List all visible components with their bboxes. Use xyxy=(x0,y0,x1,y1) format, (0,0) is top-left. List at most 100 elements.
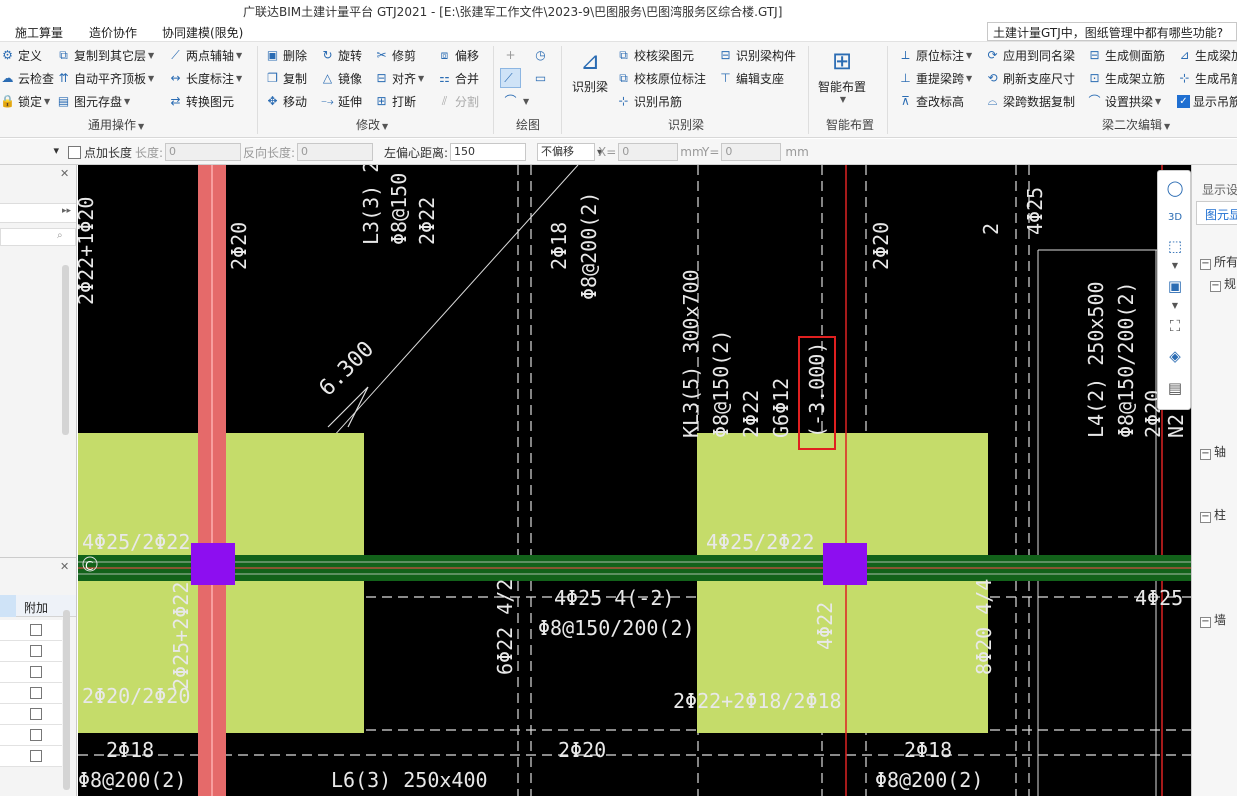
copy-button[interactable]: ❐ 复制 xyxy=(265,68,307,88)
scrollbar-thumb[interactable] xyxy=(62,265,69,435)
chevron-down-icon[interactable]: ▼ xyxy=(1164,255,1186,277)
cad-drawing[interactable]: 2Φ22+1Φ20 2Φ20 L3(3) 2 Φ8@150 2Φ22 2Φ18 … xyxy=(78,165,1191,796)
reverse-length-input[interactable]: 0 xyxy=(297,143,374,161)
chevron-down-icon: ▼ xyxy=(523,96,530,106)
scrollbar-thumb[interactable] xyxy=(63,610,70,790)
chevron-down-icon: ▼ xyxy=(839,95,847,104)
tree-node-1[interactable]: − 规 xyxy=(1210,275,1236,292)
cloud-check-button[interactable]: ☁ 云检查 xyxy=(0,68,55,88)
auto-align-slab-button[interactable]: ⇈ 自动平齐顶板 ▼ xyxy=(56,68,154,88)
recognize-beam-component-button[interactable]: ⊟ 识别梁构件 xyxy=(718,45,796,65)
offset-mode-select[interactable]: 不偏移 ▼ xyxy=(537,143,603,161)
smart-layout-button[interactable]: ⊞ 智能布置 ▼ xyxy=(812,46,872,104)
left-search-input[interactable]: ⌕ xyxy=(0,228,76,246)
layer-view-icon[interactable]: ◈ xyxy=(1164,345,1186,367)
two-point-axis-button[interactable]: ⟋ 两点辅轴 ▼ xyxy=(168,45,242,65)
align-button[interactable]: ⊟ 对齐 ▼ xyxy=(374,68,424,88)
label-ac: 8Φ20 4/4 xyxy=(972,579,996,675)
help-search-input[interactable]: 土建计量GTJ中，图纸管理中都有哪些功能? xyxy=(987,22,1237,41)
layer-select[interactable]: ▾ xyxy=(0,143,62,161)
label-am: 2 xyxy=(979,223,1003,235)
inplace-mark-icon: ⟂ xyxy=(901,47,910,62)
extra-checkbox[interactable] xyxy=(30,687,42,699)
label-ab: 4Φ22 xyxy=(813,602,837,650)
draw-rect-button[interactable]: ▭ xyxy=(533,68,551,88)
lock-button[interactable]: 🔒 锁定 ▼ xyxy=(0,91,50,111)
length-dimension-button[interactable]: ↔ 长度标注 ▼ xyxy=(168,68,242,88)
show-hanger-toggle[interactable]: ✓ 显示吊筋 xyxy=(1177,91,1237,111)
tree-node-4[interactable]: − 墙 xyxy=(1200,611,1226,628)
rotate-button[interactable]: ↻ 旋转 xyxy=(320,45,362,65)
gen-beam-haunch-button[interactable]: ⊿ 生成梁加 xyxy=(1177,45,1237,65)
define-button[interactable]: ⚙ 定义 xyxy=(0,45,42,65)
view-3d-icon[interactable]: 3D xyxy=(1164,207,1186,229)
split-button[interactable]: ⫽ 分割 xyxy=(437,91,479,111)
tree-node-3[interactable]: − 柱 xyxy=(1200,506,1226,523)
draw-line-button[interactable]: ⟋ xyxy=(500,68,521,88)
menu-item-construction[interactable]: 施工算量 xyxy=(15,24,63,41)
extra-checkbox[interactable] xyxy=(30,666,42,678)
span-data-copy-button[interactable]: ⌓ 梁跨数据复制 xyxy=(985,91,1075,111)
delete-button[interactable]: ▣ 删除 xyxy=(265,45,307,65)
gen-side-bar-label: 生成侧面筋 xyxy=(1105,48,1166,63)
draw-circle-button[interactable]: ◷ xyxy=(533,45,551,65)
gen-hanger-button[interactable]: ⊹ 生成吊筋 xyxy=(1177,68,1237,88)
copy-to-layer-button[interactable]: ⧉ 复制到其它层 ▼ xyxy=(56,45,154,65)
draw-point-button[interactable]: + xyxy=(503,45,521,65)
point-length-checkbox[interactable]: 点加长度 xyxy=(68,143,132,161)
check-inplace-mark-button[interactable]: ⧉ 校核原位标注 xyxy=(616,68,706,88)
column-joint[interactable] xyxy=(191,543,235,585)
set-arch-beam-button[interactable]: ⌒ 设置拱梁 ▼ xyxy=(1087,91,1161,111)
fullscreen-icon[interactable]: ⛶ xyxy=(1164,315,1186,337)
gen-side-bar-button[interactable]: ⊟ 生成侧面筋 xyxy=(1087,45,1165,65)
close-icon[interactable]: ✕ xyxy=(60,167,69,180)
recognize-beam-button[interactable]: ⊿ 识别梁 xyxy=(560,46,620,95)
refresh-support-size-button[interactable]: ⟲ 刷新支座尺寸 xyxy=(985,68,1075,88)
extra-checkbox[interactable] xyxy=(30,645,42,657)
x-input[interactable]: 0 xyxy=(618,143,679,161)
draw-arc-button[interactable]: ⌒ ▼ xyxy=(503,91,529,111)
extra-checkbox[interactable] xyxy=(30,624,42,636)
extend-button[interactable]: ⤍ 延伸 xyxy=(320,91,362,111)
expand-icon[interactable]: ▸▸ xyxy=(62,206,71,216)
move-button[interactable]: ✥ 移动 xyxy=(265,91,307,111)
label-al: Φ8@200(2) xyxy=(875,768,983,792)
convert-element-button[interactable]: ⇄ 转换图元 xyxy=(168,91,234,111)
menu-item-cost-collab[interactable]: 造价协作 xyxy=(89,24,137,41)
tree-node-all[interactable]: − 所有 xyxy=(1200,253,1237,270)
left-offset-input[interactable]: 150 xyxy=(450,143,527,161)
y-input[interactable]: 0 xyxy=(721,143,782,161)
properties-icon[interactable]: ▤ xyxy=(1164,377,1186,399)
label-f: 2Φ18 xyxy=(547,222,571,270)
menu-item-collab-modeling[interactable]: 协同建模(限免) xyxy=(162,24,243,41)
break-button[interactable]: ⊞ 打断 xyxy=(374,91,416,111)
mirror-button[interactable]: △ 镜像 xyxy=(320,68,362,88)
merge-button[interactable]: ⚏ 合并 xyxy=(437,68,479,88)
left-offset-group: 左偏心距离: 150 xyxy=(384,143,527,161)
trim-button[interactable]: ✂ 修剪 xyxy=(374,45,416,65)
check-elevation-button[interactable]: ⊼ 查改标高 xyxy=(898,91,964,111)
column-joint[interactable] xyxy=(823,543,867,585)
extra-checkbox[interactable] xyxy=(30,708,42,720)
box-view-icon[interactable]: ▣ xyxy=(1164,275,1186,297)
drawing-canvas[interactable]: 2Φ22+1Φ20 2Φ20 L3(3) 2 Φ8@150 2Φ22 2Φ18 … xyxy=(78,165,1191,796)
tab-element-display[interactable]: 图元显 xyxy=(1196,201,1237,225)
orbit-icon[interactable]: ◯ xyxy=(1164,177,1186,199)
chevron-down-icon[interactable]: ▼ xyxy=(1164,295,1186,317)
delete-label: 删除 xyxy=(283,48,308,63)
check-beam-elements-button[interactable]: ⧉ 校核梁图元 xyxy=(616,45,694,65)
recognize-hanger-button[interactable]: ⊹ 识别吊筋 xyxy=(616,91,682,111)
tree-node-2[interactable]: − 轴 xyxy=(1200,443,1226,460)
re-extract-span-button[interactable]: ⊥ 重提梁跨 ▼ xyxy=(898,68,972,88)
offset-button[interactable]: ⧈ 偏移 xyxy=(437,45,479,65)
element-save-button[interactable]: ▤ 图元存盘 ▼ xyxy=(56,91,130,111)
apply-same-beam-button[interactable]: ⟳ 应用到同名梁 xyxy=(985,45,1075,65)
extra-checkbox[interactable] xyxy=(30,729,42,741)
length-input[interactable]: 0 xyxy=(165,143,242,161)
extra-checkbox[interactable] xyxy=(30,750,42,762)
inplace-mark-button[interactable]: ⟂ 原位标注 ▼ xyxy=(898,45,972,65)
close-icon[interactable]: ✕ xyxy=(60,560,69,573)
edit-support-button[interactable]: ⊤ 编辑支座 xyxy=(718,68,784,88)
gen-erect-bar-button[interactable]: ⊡ 生成架立筋 xyxy=(1087,68,1165,88)
cube-icon[interactable]: ⬚ xyxy=(1164,235,1186,257)
